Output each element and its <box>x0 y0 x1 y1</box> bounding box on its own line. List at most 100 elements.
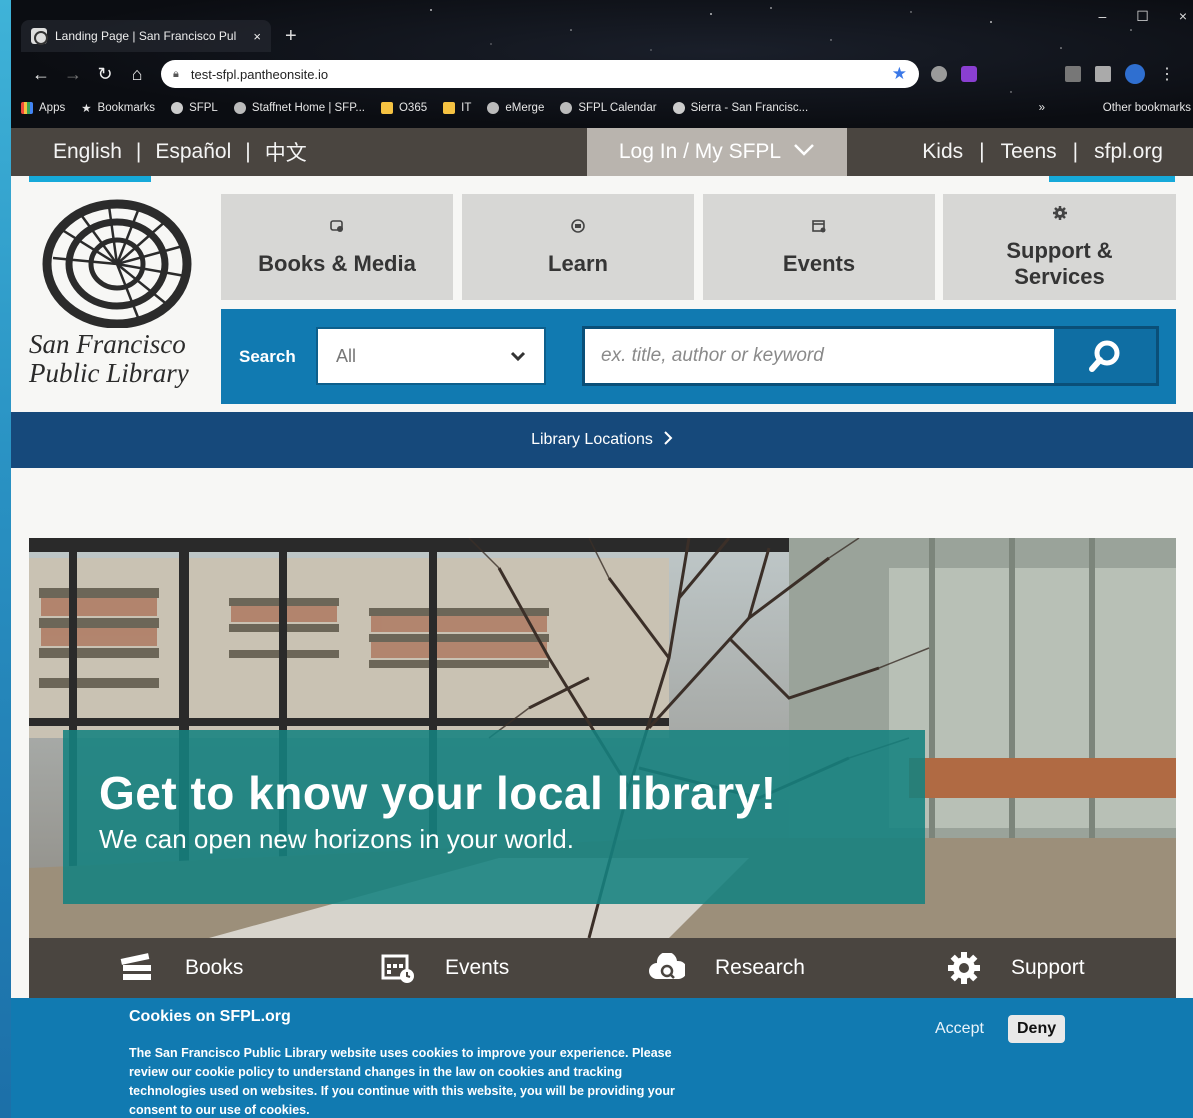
library-locations-link[interactable]: Library Locations <box>11 412 1193 468</box>
bookmark-item[interactable]: eMerge <box>487 102 544 114</box>
star-icon: ★ <box>81 103 92 115</box>
bookmarks-overflow-button[interactable]: » <box>1039 96 1045 120</box>
lang-english[interactable]: English <box>53 140 122 164</box>
apps-grid-icon <box>21 102 33 114</box>
hero-banner[interactable]: Get to know your local library! We can o… <box>29 538 1176 938</box>
search-scope-select[interactable]: All <box>316 327 546 385</box>
lang-chinese[interactable]: 中文 <box>265 137 307 167</box>
cookie-accept-button[interactable]: Accept <box>935 1020 984 1038</box>
catalog-search: Search All <box>221 309 1176 404</box>
chevron-down-icon <box>510 346 526 367</box>
active-site-indicator <box>1049 176 1175 182</box>
cookie-title: Cookies on SFPL.org <box>129 1008 291 1025</box>
quicklink-research[interactable]: Research <box>649 938 805 998</box>
chevron-right-icon <box>663 430 673 451</box>
sfpl-icon <box>672 102 685 114</box>
cookie-banner: Cookies on SFPL.org The San Francisco Pu… <box>11 998 1193 1118</box>
divider: | <box>1072 140 1079 163</box>
new-tab-button[interactable]: + <box>285 25 297 48</box>
audience-nav: Kids | Teens | sfpl.org <box>922 128 1163 176</box>
active-language-indicator <box>29 176 151 182</box>
browser-toolbar: ← → ↻ ⌂ 🔒︎ test-sfpl.pantheonsite.io ★ ⋮ <box>11 58 1193 90</box>
bookmark-item[interactable]: SFPL <box>171 102 218 114</box>
globe-icon <box>560 102 573 114</box>
browser-menu-icon[interactable]: ⋮ <box>1159 64 1175 84</box>
folder-icon <box>443 102 456 114</box>
extension-record-icon[interactable] <box>931 66 947 82</box>
bookmark-star-icon[interactable]: ★ <box>892 64 907 84</box>
language-switcher: English | Español | 中文 <box>53 128 307 176</box>
tab-strip: Landing Page | San Francisco Pul × + <box>21 20 297 52</box>
divider: | <box>245 140 251 163</box>
divider: | <box>135 140 142 163</box>
sfpl-icon <box>171 102 184 114</box>
calendar-clock-icon <box>381 952 415 984</box>
extension-reader-icon[interactable] <box>1095 66 1111 82</box>
quicklink-support[interactable]: Support <box>947 938 1085 998</box>
bookmark-item[interactable]: IT <box>443 102 471 114</box>
lock-icon: 🔒︎ <box>173 67 179 80</box>
books-icon <box>119 952 155 984</box>
reload-icon[interactable]: ↻ <box>89 64 121 85</box>
chevron-down-icon <box>793 143 815 162</box>
folder-icon <box>380 102 393 114</box>
menu-learn[interactable]: Learn <box>462 194 694 300</box>
search-label: Search <box>239 346 296 366</box>
quicklink-events[interactable]: Events <box>381 938 509 998</box>
bookmark-item[interactable]: Apps <box>21 102 65 114</box>
menu-books-media[interactable]: Books & Media <box>221 194 453 300</box>
cookie-deny-button[interactable]: Deny <box>1008 1015 1066 1043</box>
quicklink-books[interactable]: Books <box>119 938 243 998</box>
close-window-button[interactable]: × <box>1179 8 1187 25</box>
menu-support-services[interactable]: Support & Services <box>943 194 1176 300</box>
web-page: English | Español | 中文 Log In / My SFPL … <box>11 128 1193 1118</box>
lang-spanish[interactable]: Español <box>155 140 231 164</box>
url-text: test-sfpl.pantheonsite.io <box>190 66 329 82</box>
profile-avatar-icon[interactable] <box>1125 64 1145 84</box>
search-icon <box>1089 340 1120 372</box>
sfpl-favicon-icon <box>31 28 48 45</box>
address-bar[interactable]: 🔒︎ test-sfpl.pantheonsite.io ★ <box>161 60 919 88</box>
search-button[interactable] <box>1054 329 1156 383</box>
learn-icon <box>570 217 586 243</box>
tab-title: Landing Page | San Francisco Pul <box>55 29 237 43</box>
hero-title: Get to know your local library! <box>99 767 777 819</box>
extensions-area: ⋮ <box>931 64 1175 84</box>
tab-close-icon[interactable]: × <box>253 29 261 44</box>
globe-icon <box>233 102 246 114</box>
other-bookmarks[interactable]: Other bookmarks <box>1103 96 1191 120</box>
forward-arrow-icon[interactable]: → <box>57 64 89 85</box>
browser-tab[interactable]: Landing Page | San Francisco Pul × <box>21 20 271 52</box>
extension-cast-icon[interactable] <box>1065 66 1081 82</box>
nav-sfpl-org[interactable]: sfpl.org <box>1094 140 1163 164</box>
bookmark-item[interactable]: ★ Bookmarks <box>81 101 155 115</box>
bookmark-item[interactable]: Staffnet Home | SFP... <box>233 102 365 114</box>
nav-kids[interactable]: Kids <box>922 140 963 164</box>
menu-events[interactable]: Events <box>703 194 935 300</box>
globe-icon <box>487 102 500 114</box>
minimize-button[interactable]: – <box>1098 8 1106 25</box>
search-scope-value: All <box>336 345 357 366</box>
browser-chrome: Landing Page | San Francisco Pul × + – ☐… <box>11 0 1193 128</box>
nav-teens[interactable]: Teens <box>1001 140 1057 164</box>
gear-icon <box>1052 204 1068 230</box>
events-calendar-icon <box>811 217 827 243</box>
utility-bar: English | Español | 中文 Log In / My SFPL … <box>11 128 1193 176</box>
login-button[interactable]: Log In / My SFPL <box>587 128 847 176</box>
bookmark-item[interactable]: O365 <box>380 102 427 114</box>
hero-subtitle: We can open new horizons in your world. <box>99 824 574 854</box>
books-media-icon <box>329 217 345 243</box>
back-arrow-icon[interactable]: ← <box>25 64 57 85</box>
research-cloud-icon <box>649 953 685 983</box>
maximize-button[interactable]: ☐ <box>1136 8 1149 25</box>
logo-wordmark: San Francisco Public Library <box>29 329 189 388</box>
quick-links-bar: Books Events Research Support <box>29 938 1176 998</box>
nautilus-logo-icon <box>42 199 192 329</box>
divider: | <box>979 140 985 163</box>
bookmark-item[interactable]: Sierra - San Francisc... <box>672 102 808 114</box>
hero-caption: Get to know your local library! We can o… <box>63 730 925 904</box>
extension-puzzle-icon[interactable] <box>961 66 977 82</box>
home-icon[interactable]: ⌂ <box>121 64 153 85</box>
bookmark-item[interactable]: SFPL Calendar <box>560 102 657 114</box>
search-input[interactable] <box>585 329 1054 383</box>
